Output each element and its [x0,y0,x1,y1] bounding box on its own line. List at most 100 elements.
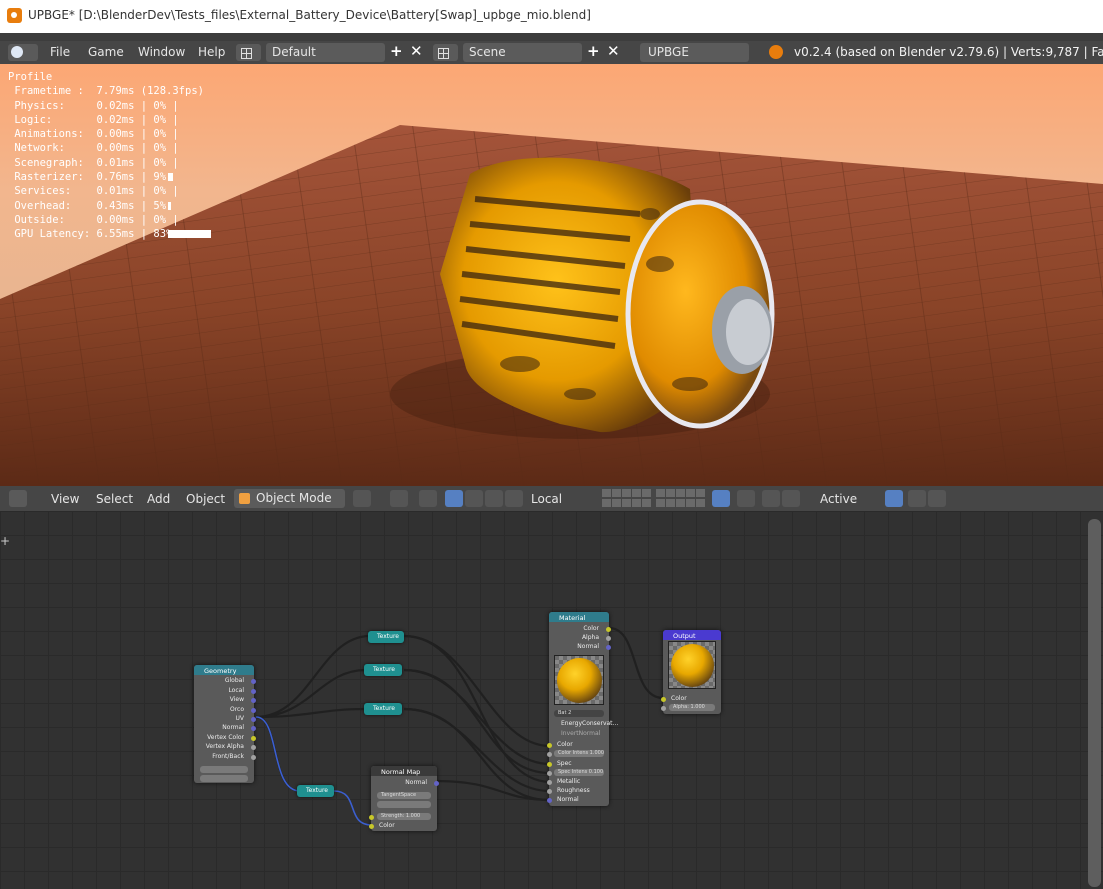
input-socket[interactable] [547,771,552,776]
checkbox-label[interactable]: InvertNormal [561,730,600,737]
socket-label: Normal [405,779,427,786]
render-animation-icon[interactable] [928,490,946,507]
editor-type-cube-icon[interactable] [9,490,27,507]
scene-select[interactable]: Scene [463,43,582,62]
output-socket[interactable] [606,645,611,650]
texture-node-1[interactable]: Texture [368,631,404,643]
menu-object[interactable]: Object [186,492,225,506]
input-socket[interactable] [547,789,552,794]
input-socket[interactable] [547,743,552,748]
input-socket[interactable] [661,706,666,711]
window-title: UPBGE* [D:\BlenderDev\Tests_files\Extern… [28,8,591,22]
input-socket[interactable] [547,762,552,767]
color-intensity-field[interactable]: Color Intens 1.000 [554,750,604,757]
space-select[interactable]: TangentSpace [377,792,431,799]
scene-layers-group-2[interactable] [656,489,705,508]
profile-row: Frametime : 7.79ms (128.3fps) [8,85,204,98]
menu-add[interactable]: Add [147,492,170,506]
input-socket[interactable] [369,824,374,829]
output-socket[interactable] [251,689,256,694]
socket-label: Roughness [557,787,590,794]
menu-file[interactable]: File [50,45,70,59]
render-preview-icon[interactable] [885,490,903,507]
rotate-manipulator-icon[interactable] [465,490,483,507]
node-editor[interactable]: + Geometry Global Local View Orco UV Nor [0,511,1103,889]
socket-label: UV [235,715,245,722]
output-socket[interactable] [251,755,256,760]
vertex-color-field[interactable] [200,775,248,782]
texture-node-label: Texture [377,633,399,640]
delete-layout-button[interactable]: ✕ [410,42,423,60]
texture-node-2[interactable]: Texture [364,664,402,676]
screen-layout-icon[interactable] [236,44,261,61]
3d-viewport[interactable]: Profile Frametime : 7.79ms (128.3fps) Ph… [0,64,1103,486]
uv-map-field[interactable] [200,766,248,773]
input-socket[interactable] [369,815,374,820]
normal-map-node[interactable]: Normal Map Normal TangentSpace Strength:… [369,766,439,831]
geometry-node[interactable]: Geometry Global Local View Orco UV Norma… [194,665,256,783]
transform-orientation-icon[interactable] [505,490,523,507]
material-datablock[interactable]: Bat 2 [554,710,604,717]
input-socket[interactable] [547,798,552,803]
output-socket[interactable] [251,679,256,684]
output-socket[interactable] [606,627,611,632]
menu-help[interactable]: Help [198,45,225,59]
output-socket[interactable] [251,698,256,703]
profile-bar [168,173,173,182]
render-still-icon[interactable] [908,490,926,507]
transform-orientation-select[interactable]: Local [531,492,562,506]
spec-intensity-field[interactable]: Spec Intens 0.100 [554,769,604,776]
texture-node-3[interactable]: Texture [364,703,402,715]
viewport-shading-icon[interactable] [353,490,371,507]
snap-toggle-icon[interactable] [762,490,780,507]
uv-map-field[interactable] [377,801,431,808]
screen-layout-select[interactable]: Default [266,43,385,62]
input-socket[interactable] [547,780,552,785]
lock-camera-layers-icon[interactable] [712,490,730,507]
scale-manipulator-icon[interactable] [485,490,503,507]
proportional-edit-icon[interactable] [737,490,755,507]
material-node[interactable]: Material Color Alpha Normal Bat 2 Energy… [547,612,618,806]
socket-label: Color [557,741,573,748]
scene-icon[interactable] [433,44,458,61]
texture-node-4[interactable]: Texture [297,785,334,797]
translate-manipulator-icon[interactable] [445,490,463,507]
snap-element-icon[interactable] [782,490,800,507]
strength-field[interactable]: Strength: 1.000 [377,813,431,820]
output-socket[interactable] [251,745,256,750]
menu-game[interactable]: Game [88,45,124,59]
socket-label: Alpha [581,634,599,641]
alpha-field[interactable]: Alpha: 1.000 [669,704,715,711]
output-node[interactable]: Output Color Alpha: 1.000 [661,630,721,714]
texture-node-label: Texture [373,666,395,673]
manipulator-toggle-icon[interactable] [419,490,437,507]
output-socket[interactable] [251,708,256,713]
snap-target-select[interactable]: Active [820,492,857,506]
menu-select[interactable]: Select [96,492,133,506]
add-layout-button[interactable]: + [390,42,403,60]
input-socket[interactable] [547,752,552,757]
object-mode-select[interactable]: Object Mode [234,489,345,508]
input-socket[interactable] [661,697,666,702]
profile-title: Profile [8,71,53,83]
preview-sphere [557,658,602,703]
output-socket[interactable] [251,736,256,741]
menu-view[interactable]: View [51,492,79,506]
profile-row: Logic: 0.02ms | 0% | [8,113,179,126]
output-socket[interactable] [434,781,439,786]
socket-label: Color [379,822,395,829]
profile-row: Rasterizer: 0.76ms | 9% [8,171,173,184]
output-socket[interactable] [251,717,256,722]
profile-row: Services: 0.01ms | 0% | [8,185,179,198]
info-editor-type-icon[interactable] [8,44,38,61]
profile-row: Overhead: 0.43ms | 5% [8,199,173,212]
output-socket[interactable] [606,636,611,641]
menu-window[interactable]: Window [138,45,185,59]
checkbox-label[interactable]: EnergyConservat... [561,720,618,727]
output-socket[interactable] [251,726,256,731]
pivot-point-icon[interactable] [390,490,408,507]
delete-scene-button[interactable]: ✕ [607,42,620,60]
add-scene-button[interactable]: + [587,42,600,60]
render-engine-select[interactable]: UPBGE [640,43,749,62]
scene-layers-group-1[interactable] [602,489,651,508]
